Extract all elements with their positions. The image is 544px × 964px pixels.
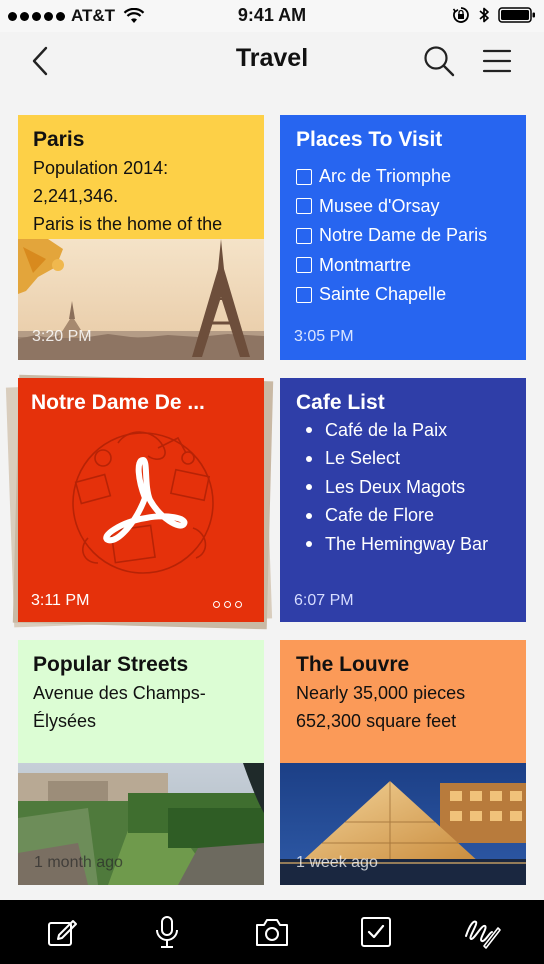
more-options-icon[interactable] bbox=[213, 601, 242, 608]
microphone-icon bbox=[156, 916, 178, 948]
streets-text: Popular Streets Avenue des Champs- Élysé… bbox=[33, 651, 258, 735]
note-card-cafe-list[interactable]: Cafe List Café de la Paix Le Select Les … bbox=[280, 378, 526, 622]
card-time: 6:07 PM bbox=[294, 592, 354, 609]
checklist-item[interactable]: Notre Dame de Paris bbox=[296, 221, 520, 251]
card-time: 1 month ago bbox=[34, 854, 123, 871]
checklist-item[interactable]: Sainte Chapelle bbox=[296, 280, 520, 310]
card-time: 3:20 PM bbox=[32, 328, 92, 345]
compose-button[interactable] bbox=[42, 912, 82, 952]
card-time: 3:11 PM bbox=[31, 592, 90, 609]
list-item: Cafe de Flore bbox=[296, 502, 520, 531]
note-card-popular-streets[interactable]: Popular Streets Avenue des Champs- Élysé… bbox=[18, 640, 264, 885]
card-time: 1 week ago bbox=[296, 854, 378, 871]
card-title: The Louvre bbox=[296, 653, 410, 676]
card-body-line: Population 2014: bbox=[33, 158, 169, 178]
status-bar: AT&T 9:41 AM bbox=[0, 0, 544, 32]
card-title: Cafe List bbox=[296, 391, 385, 414]
places-text: Places To Visit Arc de Triomphe Musee d'… bbox=[296, 126, 520, 310]
checkbox-icon bbox=[361, 917, 391, 947]
checkbox[interactable] bbox=[296, 257, 312, 274]
orientation-lock-icon bbox=[452, 7, 469, 23]
note-card-the-louvre[interactable]: The Louvre Nearly 35,000 pieces 652,300 … bbox=[280, 640, 526, 885]
list-item: The Hemingway Bar bbox=[296, 530, 520, 559]
note-card-notre-dame[interactable]: Notre Dame De ... 3:11 PM bbox=[18, 378, 264, 622]
checkbox[interactable] bbox=[296, 198, 312, 215]
list-item-label: Café de la Paix bbox=[325, 419, 448, 440]
card-title: Popular Streets bbox=[33, 653, 189, 676]
note-card-places-to-visit[interactable]: Places To Visit Arc de Triomphe Musee d'… bbox=[280, 115, 526, 360]
list-item-label: Le Select bbox=[325, 448, 401, 469]
list-item: Les Deux Magots bbox=[296, 473, 520, 502]
checkbox[interactable] bbox=[296, 227, 312, 244]
checklist-item-label: Notre Dame de Paris bbox=[319, 225, 488, 246]
bottom-toolbar bbox=[0, 900, 544, 964]
search-icon bbox=[424, 46, 455, 77]
paris-text: Paris Population 2014: 2,241,346. Paris … bbox=[33, 126, 256, 238]
menu-button[interactable] bbox=[478, 42, 516, 80]
nav-bar: Travel bbox=[0, 32, 544, 90]
card-body-line: Paris is the home of the bbox=[33, 214, 223, 234]
battery-icon bbox=[498, 7, 535, 23]
card-body-line: Élysées bbox=[33, 711, 97, 731]
checklist-item[interactable]: Montmartre bbox=[296, 251, 520, 281]
list-item-label: The Hemingway Bar bbox=[325, 533, 489, 554]
page-title: Travel bbox=[235, 44, 309, 72]
card-body-line: 2,241,346. bbox=[33, 186, 119, 206]
list-item-label: Les Deux Magots bbox=[325, 476, 466, 497]
checkbox[interactable] bbox=[296, 286, 312, 303]
card-body-line: Avenue des Champs- bbox=[33, 683, 206, 703]
checkbox[interactable] bbox=[296, 168, 312, 185]
hamburger-menu-icon bbox=[482, 49, 512, 73]
handwriting-button[interactable] bbox=[462, 912, 502, 952]
cafe-text: Cafe List Café de la Paix Le Select Les … bbox=[296, 389, 520, 559]
search-button[interactable] bbox=[420, 42, 458, 80]
card-title: Places To Visit bbox=[296, 128, 443, 151]
note-card-paris[interactable]: Paris Population 2014: 2,241,346. Paris … bbox=[18, 115, 264, 360]
compose-icon bbox=[48, 920, 77, 946]
card-body-line: 652,300 square feet bbox=[296, 711, 457, 731]
list-item: Le Select bbox=[296, 445, 520, 474]
camera-button[interactable] bbox=[252, 912, 292, 952]
status-right bbox=[452, 6, 536, 24]
camera-icon bbox=[256, 919, 288, 946]
list-item: Café de la Paix bbox=[296, 416, 520, 445]
checklist-item[interactable]: Musee d'Orsay bbox=[296, 192, 520, 222]
handwriting-icon bbox=[465, 920, 501, 949]
checklist-item-label: Montmartre bbox=[319, 254, 412, 275]
card-body-line: Nearly 35,000 pieces bbox=[296, 683, 466, 703]
pdf-icon bbox=[72, 431, 214, 574]
checklist-button[interactable] bbox=[356, 912, 396, 952]
card-title: Notre Dame De ... bbox=[31, 391, 205, 414]
bluetooth-icon bbox=[479, 7, 489, 23]
louvre-text: The Louvre Nearly 35,000 pieces 652,300 … bbox=[296, 651, 520, 735]
checklist-item-label: Sainte Chapelle bbox=[319, 284, 447, 305]
audio-note-button[interactable] bbox=[147, 912, 187, 952]
card-time: 3:05 PM bbox=[294, 328, 354, 345]
checklist-item-label: Musee d'Orsay bbox=[319, 195, 440, 216]
checklist-item-label: Arc de Triomphe bbox=[319, 166, 452, 187]
list-item-label: Cafe de Flore bbox=[325, 505, 435, 526]
checklist-item[interactable]: Arc de Triomphe bbox=[296, 162, 520, 192]
card-title: Paris bbox=[33, 128, 85, 151]
